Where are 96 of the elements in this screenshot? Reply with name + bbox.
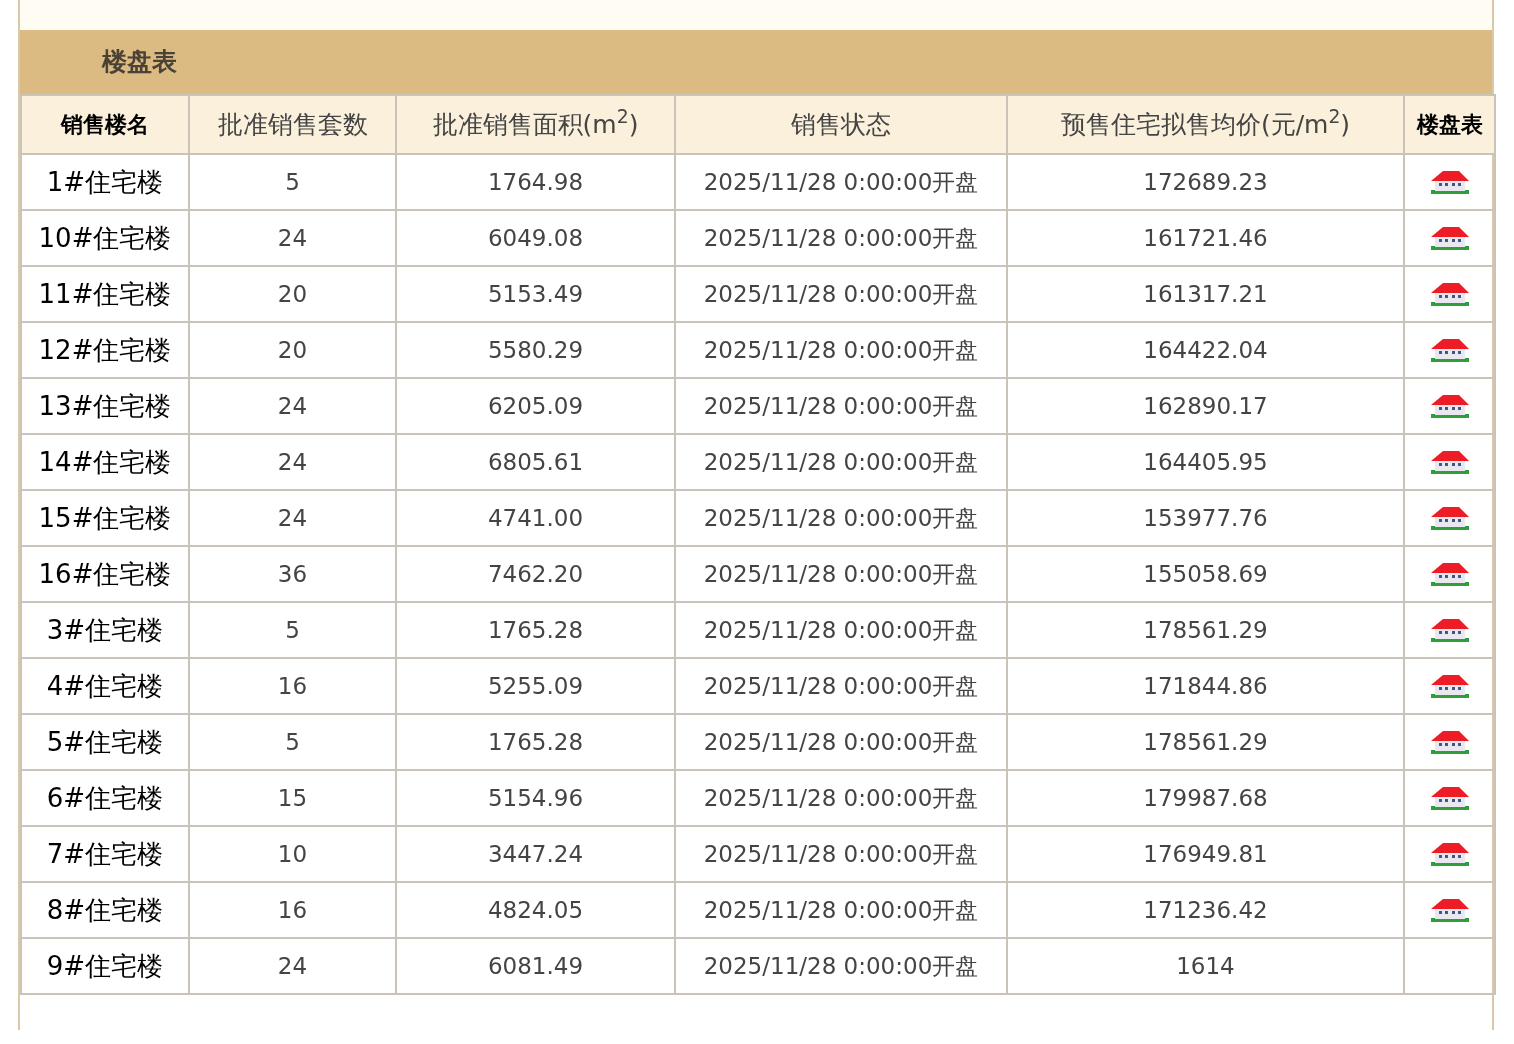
building-name-cell: 14#住宅楼 [21,434,189,490]
table-cell: 2025/11/28 0:00:00开盘 [675,378,1007,434]
house-icon[interactable] [1428,786,1471,811]
building-name-cell: 8#住宅楼 [21,882,189,938]
table-cell: 24 [189,938,396,994]
house-icon[interactable] [1428,282,1471,307]
table-cell: 6081.49 [396,938,675,994]
house-icon[interactable] [1428,730,1471,755]
table-cell: 20 [189,322,396,378]
table-cell: 20 [189,266,396,322]
table-cell: 2025/11/28 0:00:00开盘 [675,938,1007,994]
table-cell: 171844.86 [1007,658,1404,714]
building-name-cell: 4#住宅楼 [21,658,189,714]
table-cell: 1765.28 [396,714,675,770]
table-cell: 15 [189,770,396,826]
table-cell: 2025/11/28 0:00:00开盘 [675,546,1007,602]
table-cell: 172689.23 [1007,154,1404,210]
table-cell: 5580.29 [396,322,675,378]
table-cell: 161721.46 [1007,210,1404,266]
house-icon[interactable] [1428,450,1471,475]
table-cell: 1614 [1007,938,1404,994]
building-name-cell: 3#住宅楼 [21,602,189,658]
table-cell: 162890.17 [1007,378,1404,434]
building-name-cell: 10#住宅楼 [21,210,189,266]
table-cell: 176949.81 [1007,826,1404,882]
table-cell: 2025/11/28 0:00:00开盘 [675,602,1007,658]
table-cell: 161317.21 [1007,266,1404,322]
table-cell: 6205.09 [396,378,675,434]
house-icon[interactable] [1428,338,1471,363]
house-icon[interactable] [1428,506,1471,531]
table-cell: 4824.05 [396,882,675,938]
table-cell: 24 [189,210,396,266]
table-cell: 10 [189,826,396,882]
house-icon[interactable] [1428,618,1471,643]
table-cell: 2025/11/28 0:00:00开盘 [675,490,1007,546]
table-cell: 24 [189,378,396,434]
table-cell: 7462.20 [396,546,675,602]
table-cell: 164405.95 [1007,434,1404,490]
table-cell: 24 [189,490,396,546]
building-name-cell: 7#住宅楼 [21,826,189,882]
table-cell: 2025/11/28 0:00:00开盘 [675,210,1007,266]
table-cell: 5 [189,154,396,210]
table-cell: 16 [189,882,396,938]
table-cell: 5154.96 [396,770,675,826]
table-cell: 16 [189,658,396,714]
building-name-cell: 1#住宅楼 [21,154,189,210]
table-cell: 178561.29 [1007,602,1404,658]
panel-title: 楼盘表 [102,46,177,79]
house-icon[interactable] [1428,394,1471,419]
table-cell: 2025/11/28 0:00:00开盘 [675,882,1007,938]
building-name-cell: 6#住宅楼 [21,770,189,826]
table-cell: 5153.49 [396,266,675,322]
column-header: 楼盘表 [1404,95,1495,154]
building-name-cell: 16#住宅楼 [21,546,189,602]
building-name-cell: 5#住宅楼 [21,714,189,770]
table-cell: 5 [189,714,396,770]
column-header: 销售状态 [675,95,1007,154]
table-cell: 2025/11/28 0:00:00开盘 [675,714,1007,770]
column-header: 批准销售套数 [189,95,396,154]
table-cell: 2025/11/28 0:00:00开盘 [675,266,1007,322]
table-cell: 2025/11/28 0:00:00开盘 [675,434,1007,490]
table-cell: 5 [189,602,396,658]
building-name-cell: 15#住宅楼 [21,490,189,546]
house-icon[interactable] [1428,842,1471,867]
column-header: 预售住宅拟售均价(元/m$^{2}$) [1007,95,1404,154]
table-cell: 3447.24 [396,826,675,882]
table-cell: 2025/11/28 0:00:00开盘 [675,826,1007,882]
building-name-cell: 11#住宅楼 [21,266,189,322]
table-cell: 164422.04 [1007,322,1404,378]
building-name-cell: 9#住宅楼 [21,938,189,994]
table-cell: 2025/11/28 0:00:00开盘 [675,658,1007,714]
table-cell: 1765.28 [396,602,675,658]
house-icon[interactable] [1428,562,1471,587]
table-cell: 2025/11/28 0:00:00开盘 [675,154,1007,210]
table-cell: 155058.69 [1007,546,1404,602]
table-cell: 2025/11/28 0:00:00开盘 [675,770,1007,826]
table-cell: 24 [189,434,396,490]
table-cell: 153977.76 [1007,490,1404,546]
building-name-cell: 13#住宅楼 [21,378,189,434]
house-icon[interactable] [1428,170,1471,195]
table-cell: 6049.08 [396,210,675,266]
table-cell: 2025/11/28 0:00:00开盘 [675,322,1007,378]
building-name-cell: 12#住宅楼 [21,322,189,378]
column-header: 销售楼名 [21,95,189,154]
table-cell: 5255.09 [396,658,675,714]
table-cell: 1764.98 [396,154,675,210]
house-icon[interactable] [1428,898,1471,923]
table-cell: 179987.68 [1007,770,1404,826]
house-icon[interactable] [1428,674,1471,699]
table-cell: 4741.00 [396,490,675,546]
table-cell: 171236.42 [1007,882,1404,938]
table-cell: 6805.61 [396,434,675,490]
table-cell: 178561.29 [1007,714,1404,770]
house-icon[interactable] [1428,226,1471,251]
table-cell: 36 [189,546,396,602]
column-header: 批准销售面积(m$^{2}$) [396,95,675,154]
